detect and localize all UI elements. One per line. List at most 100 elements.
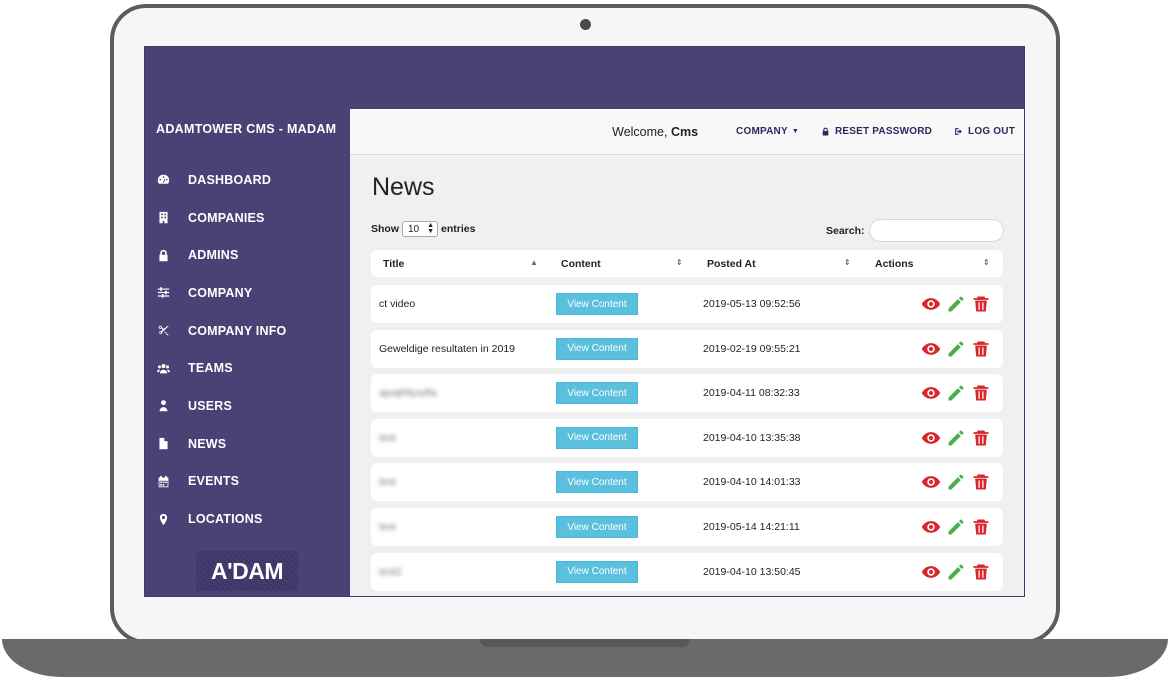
sidebar-item-locations[interactable]: LOCATIONS bbox=[145, 500, 350, 538]
row-posted-at: 2019-04-10 13:35:38 bbox=[703, 431, 801, 444]
eye-icon[interactable] bbox=[921, 339, 941, 359]
welcome-user: Cms bbox=[670, 124, 699, 139]
pencil-icon[interactable] bbox=[946, 294, 966, 314]
table-header: Title ▲ Content ⇕ Posted At ⇕ Actions ⇕ bbox=[371, 250, 1003, 277]
search-input[interactable] bbox=[868, 219, 1004, 242]
trash-icon[interactable] bbox=[971, 383, 991, 403]
row-title: Geweldige resultaten in 2019 bbox=[379, 342, 516, 355]
row-posted-at: 2019-04-10 14:01:33 bbox=[703, 476, 801, 489]
sidebar-item-dashboard[interactable]: DASHBOARD bbox=[145, 161, 350, 199]
eye-icon[interactable] bbox=[921, 294, 941, 314]
pencil-icon[interactable] bbox=[946, 339, 966, 359]
laptop-base-notch bbox=[480, 639, 690, 647]
row-actions bbox=[921, 339, 996, 359]
eye-icon[interactable] bbox=[921, 383, 941, 403]
eye-icon[interactable] bbox=[921, 428, 941, 448]
view-content-button[interactable]: View Content bbox=[556, 382, 638, 405]
search-control: Search: bbox=[826, 219, 1004, 242]
pencil-icon[interactable] bbox=[946, 517, 966, 537]
row-actions bbox=[921, 517, 996, 537]
user-icon bbox=[156, 399, 170, 413]
column-header-content[interactable]: Content bbox=[561, 250, 601, 277]
row-title: ct video bbox=[379, 298, 416, 310]
table-row: ajsajhfiysdfa View Content 2019-04-11 08:3… bbox=[371, 374, 1003, 413]
eye-icon[interactable] bbox=[921, 517, 941, 537]
row-actions bbox=[921, 428, 996, 448]
sort-icon: ⇕ bbox=[844, 258, 851, 267]
sidebar-item-admins[interactable]: ADMINS bbox=[145, 236, 350, 274]
row-title: test bbox=[379, 521, 396, 533]
column-header-actions[interactable]: Actions bbox=[875, 250, 914, 277]
sort-icon: ⇕ bbox=[676, 258, 683, 267]
view-content-button[interactable]: View Content bbox=[556, 471, 638, 494]
table-row: test View Content 2019-05-14 14:21:11 bbox=[371, 508, 1003, 546]
row-posted-at: 2019-04-11 08:32:33 bbox=[703, 387, 800, 400]
entries-select[interactable]: 10 ▲ ▼ bbox=[402, 221, 438, 237]
sidebar-nav: DASHBOARD COMPANIES ADMINS COMPANY COMPA… bbox=[145, 161, 350, 538]
sort-asc-icon: ▲ bbox=[530, 258, 538, 267]
sidebar-item-label: NEWS bbox=[188, 436, 227, 451]
lock-icon bbox=[156, 248, 170, 262]
trash-icon[interactable] bbox=[971, 472, 991, 492]
pencil-icon[interactable] bbox=[946, 383, 966, 403]
view-content-button[interactable]: View Content bbox=[556, 516, 638, 538]
trash-icon[interactable] bbox=[971, 339, 991, 359]
reset-password-label: RESET PASSWORD bbox=[834, 126, 933, 137]
welcome-text: Welcome, Cms bbox=[612, 125, 698, 139]
sidebar: ADAMTOWER CMS - MADAM DASHBOARD COMPANIE… bbox=[145, 109, 350, 596]
view-content-button[interactable]: View Content bbox=[556, 293, 638, 315]
reset-password-link[interactable]: RESET PASSWORD bbox=[821, 126, 932, 137]
welcome-prefix: Welcome, bbox=[612, 124, 668, 139]
main-content: News Show 10 ▲ ▼ entries Search: Title ▲ … bbox=[350, 155, 1024, 596]
view-content-button[interactable]: View Content bbox=[556, 560, 638, 583]
file-icon bbox=[156, 437, 170, 451]
column-header-posted-at[interactable]: Posted At bbox=[707, 250, 756, 277]
sidebar-item-company[interactable]: COMPANY bbox=[145, 274, 350, 312]
eye-icon[interactable] bbox=[921, 472, 941, 492]
row-actions bbox=[921, 383, 996, 403]
row-posted-at: 2019-04-10 13:50:45 bbox=[703, 565, 801, 578]
sidebar-item-label: LOCATIONS bbox=[188, 512, 263, 527]
sort-icon: ⇕ bbox=[983, 258, 990, 267]
top-header: Welcome, Cms COMPANY ▼ RESET PASSWORD LO… bbox=[350, 109, 1024, 155]
sidebar-item-company-info[interactable]: COMPANY INFO bbox=[145, 312, 350, 350]
row-posted-at: 2019-05-14 14:21:11 bbox=[703, 521, 800, 533]
trash-icon[interactable] bbox=[971, 294, 991, 314]
entries-value: 10 bbox=[408, 223, 420, 235]
calendar-icon bbox=[156, 474, 170, 488]
trash-icon[interactable] bbox=[971, 517, 991, 537]
sidebar-item-label: ADMINS bbox=[188, 248, 239, 263]
users-group-icon bbox=[156, 361, 170, 375]
sidebar-item-users[interactable]: USERS bbox=[145, 387, 350, 425]
table-row: Geweldige resultaten in 2019 View Content… bbox=[371, 329, 1003, 368]
camera-icon bbox=[580, 19, 591, 30]
sidebar-item-label: EVENTS bbox=[188, 474, 240, 489]
pencil-icon[interactable] bbox=[946, 428, 966, 448]
caret-down-icon: ▼ bbox=[791, 128, 799, 135]
eye-icon[interactable] bbox=[921, 562, 941, 582]
company-dropdown[interactable]: COMPANY ▼ bbox=[736, 126, 799, 137]
row-posted-at: 2019-05-13 09:52:56 bbox=[703, 298, 801, 310]
pencil-icon[interactable] bbox=[946, 472, 966, 492]
column-content-label: Content bbox=[561, 257, 601, 270]
adam-logo: A'DAM bbox=[196, 551, 298, 591]
logout-link[interactable]: LOG OUT bbox=[954, 126, 1015, 137]
trash-icon[interactable] bbox=[971, 562, 991, 582]
sidebar-item-companies[interactable]: COMPANIES bbox=[145, 199, 350, 237]
trash-icon[interactable] bbox=[971, 428, 991, 448]
view-content-button[interactable]: View Content bbox=[556, 426, 638, 449]
page-title: News bbox=[372, 173, 435, 201]
sidebar-item-events[interactable]: EVENTS bbox=[145, 463, 350, 501]
pencil-icon[interactable] bbox=[946, 562, 966, 582]
sidebar-item-label: COMPANY INFO bbox=[188, 323, 287, 338]
sidebar-item-label: TEAMS bbox=[188, 361, 233, 376]
show-label: Show bbox=[371, 223, 399, 235]
table-row: test View Content 2019-04-10 14:01:33 bbox=[371, 463, 1003, 502]
sidebar-item-teams[interactable]: TEAMS bbox=[145, 349, 350, 387]
sidebar-item-label: COMPANIES bbox=[188, 210, 265, 225]
row-actions bbox=[921, 562, 996, 582]
sidebar-item-news[interactable]: NEWS bbox=[145, 425, 350, 463]
top-band bbox=[145, 47, 1024, 109]
column-header-title[interactable]: Title bbox=[383, 250, 404, 277]
view-content-button[interactable]: View Content bbox=[556, 337, 638, 360]
